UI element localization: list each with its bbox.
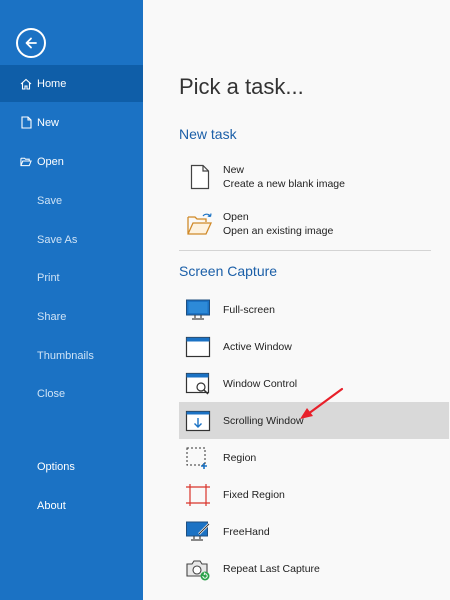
back-button[interactable] (16, 28, 46, 58)
capture-region[interactable]: Region (179, 439, 449, 476)
sidebar-item-home[interactable]: Home (0, 65, 143, 102)
annotation-arrow-icon (300, 387, 344, 419)
sidebar-item-print[interactable]: Print (0, 259, 143, 296)
sidebar-item-label: Open (37, 155, 64, 168)
open-folder-icon (185, 212, 215, 236)
task-open-title: Open (223, 211, 249, 223)
capture-repeat-last[interactable]: Repeat Last Capture (179, 550, 449, 587)
sidebar-item-label: New (37, 116, 60, 129)
section-divider (179, 250, 431, 251)
task-new-desc: Create a new blank image (223, 178, 345, 190)
capture-label: FreeHand (223, 525, 270, 538)
sidebar-item-label: Home (37, 77, 67, 90)
sidebar-item-close[interactable]: Close (0, 375, 143, 412)
task-new[interactable]: New Create a new blank image (179, 154, 433, 200)
scroll-window-icon (185, 408, 211, 434)
sidebar-item-label: Save (37, 194, 63, 207)
freehand-monitor-icon (185, 519, 211, 545)
sidebar-item-new[interactable]: New (0, 104, 143, 141)
monitor-icon (185, 297, 211, 323)
sidebar-item-save-as[interactable]: Save As (0, 221, 143, 258)
sidebar-item-thumbnails[interactable]: Thumbnails (0, 337, 143, 374)
page-title: Pick a task... (179, 74, 304, 99)
blank-document-icon (185, 164, 215, 190)
window-icon (185, 334, 211, 360)
capture-fixed-region[interactable]: Fixed Region (179, 476, 449, 513)
home-icon (20, 77, 32, 90)
capture-label: Window Control (223, 377, 298, 390)
sidebar-item-label: Print (37, 271, 60, 284)
section-heading-new-task: New task (179, 126, 237, 142)
region-select-icon (185, 445, 211, 471)
sidebar-item-share[interactable]: Share (0, 298, 143, 335)
crop-frame-icon (185, 482, 211, 508)
window-magnifier-icon (185, 371, 211, 397)
task-open-desc: Open an existing image (223, 225, 334, 237)
capture-label: Scrolling Window (223, 414, 304, 427)
capture-label: Fixed Region (223, 488, 285, 501)
document-icon (20, 116, 32, 129)
sidebar-item-save[interactable]: Save (0, 182, 143, 219)
sidebar-item-label: Share (37, 310, 67, 323)
camera-repeat-icon (185, 556, 211, 582)
sidebar-item-label: Options (37, 460, 75, 473)
main-panel: Pick a task... New task New Create a new… (143, 0, 450, 600)
folder-open-icon (20, 155, 32, 168)
sidebar-item-label: Save As (37, 233, 78, 246)
sidebar-item-label: Thumbnails (37, 349, 94, 362)
sidebar-item-about[interactable]: About (0, 487, 143, 524)
task-new-title: New (223, 164, 245, 176)
sidebar-item-label: Close (37, 387, 66, 400)
capture-label: Active Window (223, 340, 292, 353)
arrow-left-icon (25, 37, 37, 49)
capture-label: Region (223, 451, 257, 464)
capture-freehand[interactable]: FreeHand (179, 513, 449, 550)
section-heading-screen-capture: Screen Capture (179, 263, 278, 279)
capture-label: Full-screen (223, 303, 275, 316)
sidebar: Home New Open Save Save As Print Share T… (0, 0, 143, 600)
sidebar-item-label: About (37, 499, 66, 512)
sidebar-item-options[interactable]: Options (0, 448, 143, 485)
capture-label: Repeat Last Capture (223, 562, 320, 575)
task-open[interactable]: Open Open an existing image (179, 201, 433, 247)
capture-full-screen[interactable]: Full-screen (179, 291, 449, 328)
capture-active-window[interactable]: Active Window (179, 328, 449, 365)
sidebar-item-open[interactable]: Open (0, 143, 143, 180)
